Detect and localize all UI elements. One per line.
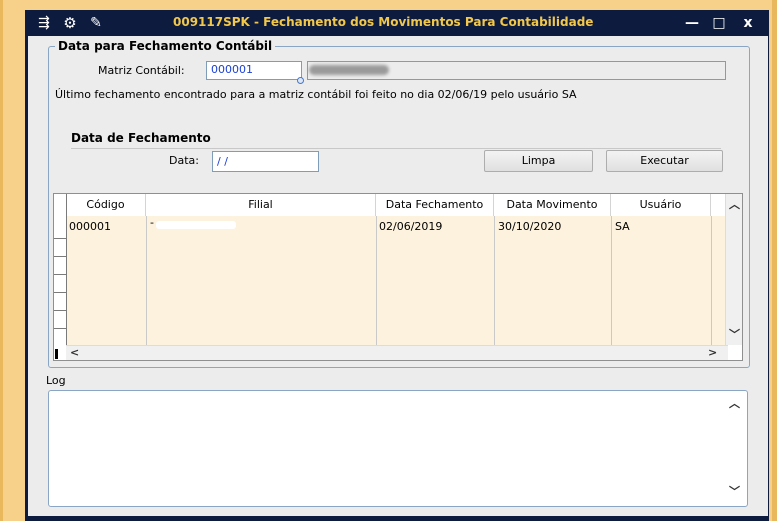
row-tick	[54, 256, 66, 257]
column-header-data-fechamento[interactable]: Data Fechamento	[376, 194, 494, 216]
title-bar[interactable]: ⇶ ⚙ ✎ 009117SPK - Fechamento dos Movimen…	[25, 10, 769, 36]
scroll-left-icon[interactable]: <	[70, 346, 79, 359]
grid-header: Código Filial Data Fechamento Data Movim…	[54, 194, 728, 217]
column-divider	[494, 216, 495, 345]
column-divider	[376, 216, 377, 345]
column-header-codigo[interactable]: Código	[66, 194, 146, 216]
section-divider	[71, 148, 721, 149]
window-menu-icon[interactable]: ⇶	[35, 14, 53, 32]
cell-data-fechamento: 02/06/2019	[379, 220, 443, 233]
scroll-up-icon[interactable]: ︿	[729, 395, 740, 411]
matriz-input[interactable]: 000001	[206, 61, 302, 80]
right-stripe	[772, 0, 777, 521]
scroll-right-icon[interactable]: >	[708, 346, 717, 359]
cell-filial: -	[150, 216, 154, 229]
section-title-data-fechamento: Data de Fechamento	[71, 131, 211, 145]
data-label: Data:	[169, 154, 199, 167]
row-tick	[54, 328, 66, 329]
limpa-button[interactable]: Limpa	[484, 150, 593, 172]
row-tick	[54, 310, 66, 311]
data-input[interactable]: / /	[212, 151, 319, 172]
log-textarea[interactable]: ︿ ﹀	[48, 390, 748, 507]
row-tick	[54, 292, 66, 293]
column-divider	[146, 216, 147, 345]
window-title: 009117SPK - Fechamento dos Movimentos Pa…	[173, 15, 594, 29]
data-value: / /	[217, 155, 228, 168]
row-cursor-marker	[55, 349, 58, 359]
cell-data-movimento: 30/10/2020	[498, 220, 562, 233]
column-divider	[711, 216, 712, 345]
minimize-button[interactable]: —	[681, 13, 703, 33]
executar-button[interactable]: Executar	[606, 150, 723, 172]
window-client: Data para Fechamento Contábil Matriz Con…	[28, 36, 768, 516]
redacted-description	[309, 65, 389, 75]
log-label: Log	[46, 374, 66, 387]
settings-icon[interactable]: ⚙	[61, 14, 79, 32]
column-divider	[611, 216, 612, 345]
scroll-down-icon[interactable]: ﹀	[729, 483, 740, 499]
grid-body[interactable]	[54, 216, 728, 345]
column-header-data-movimento[interactable]: Data Movimento	[494, 194, 611, 216]
left-stripe	[0, 0, 3, 521]
row-tick	[54, 238, 66, 239]
group-legend: Data para Fechamento Contábil	[55, 39, 276, 53]
matriz-value: 000001	[211, 63, 253, 76]
redacted-filial	[156, 221, 236, 229]
cell-usuario: SA	[615, 220, 630, 233]
close-button[interactable]: x	[737, 13, 759, 33]
row-tick	[54, 274, 66, 275]
scroll-up-icon[interactable]: ︿	[729, 196, 740, 212]
main-window: ⇶ ⚙ ✎ 009117SPK - Fechamento dos Movimen…	[25, 10, 769, 521]
column-header-filial[interactable]: Filial	[146, 194, 376, 216]
fechamento-grid[interactable]: Código Filial Data Fechamento Data Movim…	[53, 193, 743, 361]
groupbox-fechamento: Data para Fechamento Contábil Matriz Con…	[48, 39, 750, 368]
maximize-button[interactable]: □	[708, 13, 730, 33]
cell-codigo: 000001	[69, 220, 111, 233]
wrench-icon[interactable]: ✎	[87, 14, 105, 32]
row-indicator-column	[54, 194, 67, 359]
column-header-usuario[interactable]: Usuário	[611, 194, 711, 216]
scroll-down-icon[interactable]: ﹀	[729, 326, 740, 342]
vertical-scrollbar[interactable]: ︿ ﹀	[725, 194, 742, 345]
last-closing-info: Último fechamento encontrado para a matr…	[55, 88, 577, 101]
lookup-icon[interactable]	[297, 77, 304, 84]
matriz-label: Matriz Contábil:	[98, 64, 185, 77]
horizontal-scrollbar[interactable]: < >	[66, 345, 728, 360]
